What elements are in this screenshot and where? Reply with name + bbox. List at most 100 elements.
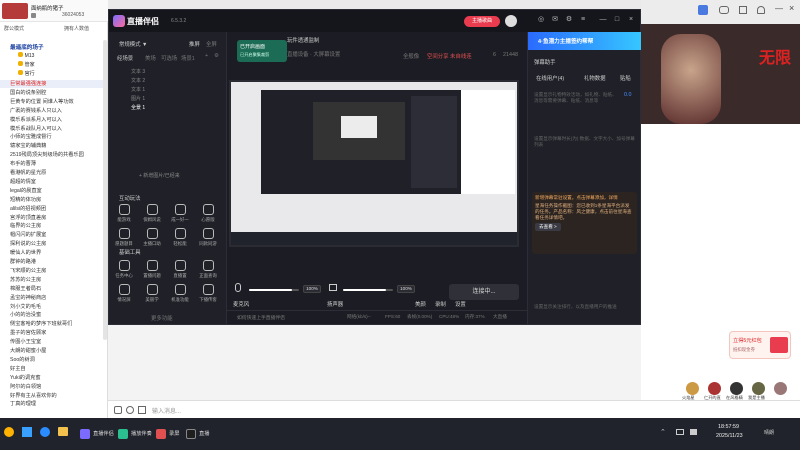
member-row[interactable]: M13: [18, 52, 98, 60]
image-icon[interactable]: [138, 406, 146, 414]
go-live-button[interactable]: 连接中...: [449, 284, 519, 300]
tool-button[interactable]: 轻松能: [167, 228, 193, 247]
host-songs-button[interactable]: 主播歌曲: [464, 16, 500, 27]
viewer-avatar[interactable]: [708, 382, 721, 395]
tab-fullscreen[interactable]: 全屏: [206, 40, 217, 48]
room-list-item[interactable]: 布手的曹薄: [0, 160, 104, 168]
promo-banner[interactable]: 4·鱼潜力主播签约帮帮: [528, 32, 641, 50]
room-list-item[interactable]: 探利说的公主房: [0, 240, 104, 248]
tab-member-value[interactable]: 拥有人数值: [64, 25, 89, 32]
taskbar-app-accompaniment[interactable]: 播放伴奏: [118, 426, 152, 442]
room-list-item[interactable]: 看港帆的星光原: [0, 169, 104, 177]
member-row[interactable]: 官行: [18, 70, 98, 78]
room-list-item[interactable]: 墨子的宫佐顾家: [0, 329, 104, 337]
add-source-button[interactable]: + 新增图片/已经来: [139, 172, 180, 179]
close-icon[interactable]: ×: [627, 16, 635, 24]
room-list-item[interactable]: 短精的体功房: [0, 196, 104, 204]
speaker-volume-slider[interactable]: [343, 289, 393, 291]
stream-preview[interactable]: [229, 80, 519, 247]
room-list-item[interactable]: 丁真的理理: [0, 400, 104, 408]
room-list-item[interactable]: 传图小王宝室: [0, 338, 104, 346]
home-icon[interactable]: [698, 5, 708, 15]
tool-button[interactable]: 机准功能: [167, 284, 193, 303]
message-input[interactable]: 输入消息...: [152, 406, 181, 415]
room-list-item[interactable]: 侧宝客哈的梦序下班就哥们: [0, 320, 104, 328]
room-list-item[interactable]: 帽闪闪的扩展室: [0, 231, 104, 239]
avatar[interactable]: [2, 3, 28, 19]
beauty-button[interactable]: 美颜: [415, 300, 426, 308]
room-list-item[interactable]: 模乐系派系月入可以入: [0, 116, 104, 124]
tray-chevron-icon[interactable]: ⌃: [660, 428, 666, 436]
room-list-item[interactable]: 小师的宝雅成督行: [0, 133, 104, 141]
emoji-icon[interactable]: [126, 406, 134, 414]
tool-button[interactable]: 下播传客: [195, 284, 221, 303]
room-list-item[interactable]: 棉服王者局石: [0, 285, 104, 293]
taskbar-app-recorder[interactable]: 录屏: [156, 426, 179, 442]
room-list-item[interactable]: 好主自: [0, 365, 104, 373]
grid-icon[interactable]: [739, 6, 747, 14]
room-list-item[interactable]: Yuki的调克蜜: [0, 374, 104, 382]
settings-icon[interactable]: ⚙: [214, 53, 219, 59]
volume-icon[interactable]: [690, 429, 697, 435]
viewer-avatar[interactable]: [686, 382, 699, 395]
fullscreen-toggle[interactable]: 全般像: [403, 52, 419, 60]
room-list-item[interactable]: 超超的情室: [0, 178, 104, 186]
room-list-item[interactable]: 巨常最强强连接: [0, 80, 104, 88]
preview-status-badge[interactable]: 已开启画面 已开启聚集裁剪: [237, 40, 287, 62]
headset-icon[interactable]: ◎: [537, 16, 545, 24]
tool-button[interactable]: 直播置: [167, 260, 193, 279]
tool-button[interactable]: 能游戏: [111, 204, 137, 223]
room-list-item[interactable]: alilsi的招视频团: [0, 205, 104, 213]
mic-volume-slider[interactable]: [249, 289, 299, 291]
scene-tab-3[interactable]: 场景1: [181, 54, 195, 62]
room-list-item[interactable]: 临界的公主房: [0, 222, 104, 230]
room-list-item[interactable]: 暖仙人的世界: [0, 249, 104, 257]
source-item[interactable]: 文本 2: [117, 77, 221, 86]
network-icon[interactable]: [676, 429, 684, 435]
bell-icon[interactable]: [757, 6, 765, 14]
settings-button[interactable]: 设置: [455, 300, 466, 308]
room-list-item[interactable]: 苏苏的公主房: [0, 276, 104, 284]
member-row[interactable]: 管家: [18, 61, 98, 69]
notice-view-button[interactable]: 去查看 >: [535, 223, 561, 231]
more-tools-link[interactable]: 更多功能: [151, 314, 173, 322]
maximize-icon[interactable]: □: [613, 16, 621, 24]
microphone-icon[interactable]: [235, 283, 241, 292]
tool-button[interactable]: 主播口助: [139, 228, 165, 247]
group-name[interactable]: 最遥底的场子: [10, 43, 44, 51]
minimize-icon[interactable]: —: [775, 4, 783, 13]
viewer-avatar[interactable]: [774, 382, 787, 395]
room-list-item[interactable]: legal的晨直室: [0, 187, 104, 195]
room-list-item[interactable]: 阿尔的白领馆: [0, 383, 104, 391]
clock-date[interactable]: 2025/11/23: [716, 433, 743, 439]
taskbar-app-live-companion[interactable]: 直播伴侣: [80, 426, 114, 442]
tab-vertical[interactable]: 推屏: [189, 40, 200, 48]
tool-button[interactable]: 心愿版: [195, 204, 221, 223]
browser-icon[interactable]: [40, 427, 50, 437]
speaker-icon[interactable]: [329, 284, 337, 291]
speaker-volume-value[interactable]: 100%: [397, 285, 415, 293]
thumb-icon[interactable]: [114, 406, 122, 414]
tool-button[interactable]: 成一好一: [167, 204, 193, 223]
scene-tab-1[interactable]: 美场: [145, 54, 156, 62]
close-icon[interactable]: ×: [789, 3, 794, 13]
tab-gift-data[interactable]: 礼物数据: [584, 74, 606, 82]
mic-volume-value[interactable]: 100%: [303, 285, 321, 293]
record-button[interactable]: 录制: [435, 300, 446, 308]
user-avatar[interactable]: [505, 15, 517, 27]
tool-button[interactable]: 保姆风说: [139, 204, 165, 223]
source-item[interactable]: 文本 3: [117, 68, 221, 77]
tool-button[interactable]: 愿题题目: [111, 228, 137, 247]
room-list-item[interactable]: 刘小艾的毛毛: [0, 303, 104, 311]
tab-boat[interactable]: 贴船: [620, 74, 631, 82]
source-item[interactable]: 图片 1: [117, 95, 221, 104]
room-list-item[interactable]: 辕家宝的辅典籍: [0, 142, 104, 150]
tool-button[interactable]: 任务中心: [111, 260, 137, 279]
room-list-item[interactable]: 宫浮的顶直差房: [0, 214, 104, 222]
room-list-item[interactable]: 模乐系战队月入可以入: [0, 125, 104, 133]
room-list-item[interactable]: 国白的说条别腔: [0, 89, 104, 97]
scrollbar[interactable]: [103, 40, 107, 340]
clock-time[interactable]: 18:57:59: [718, 424, 739, 430]
menu-icon[interactable]: ≡: [579, 16, 587, 24]
mode-select[interactable]: 常规模式 ▼: [119, 40, 147, 48]
